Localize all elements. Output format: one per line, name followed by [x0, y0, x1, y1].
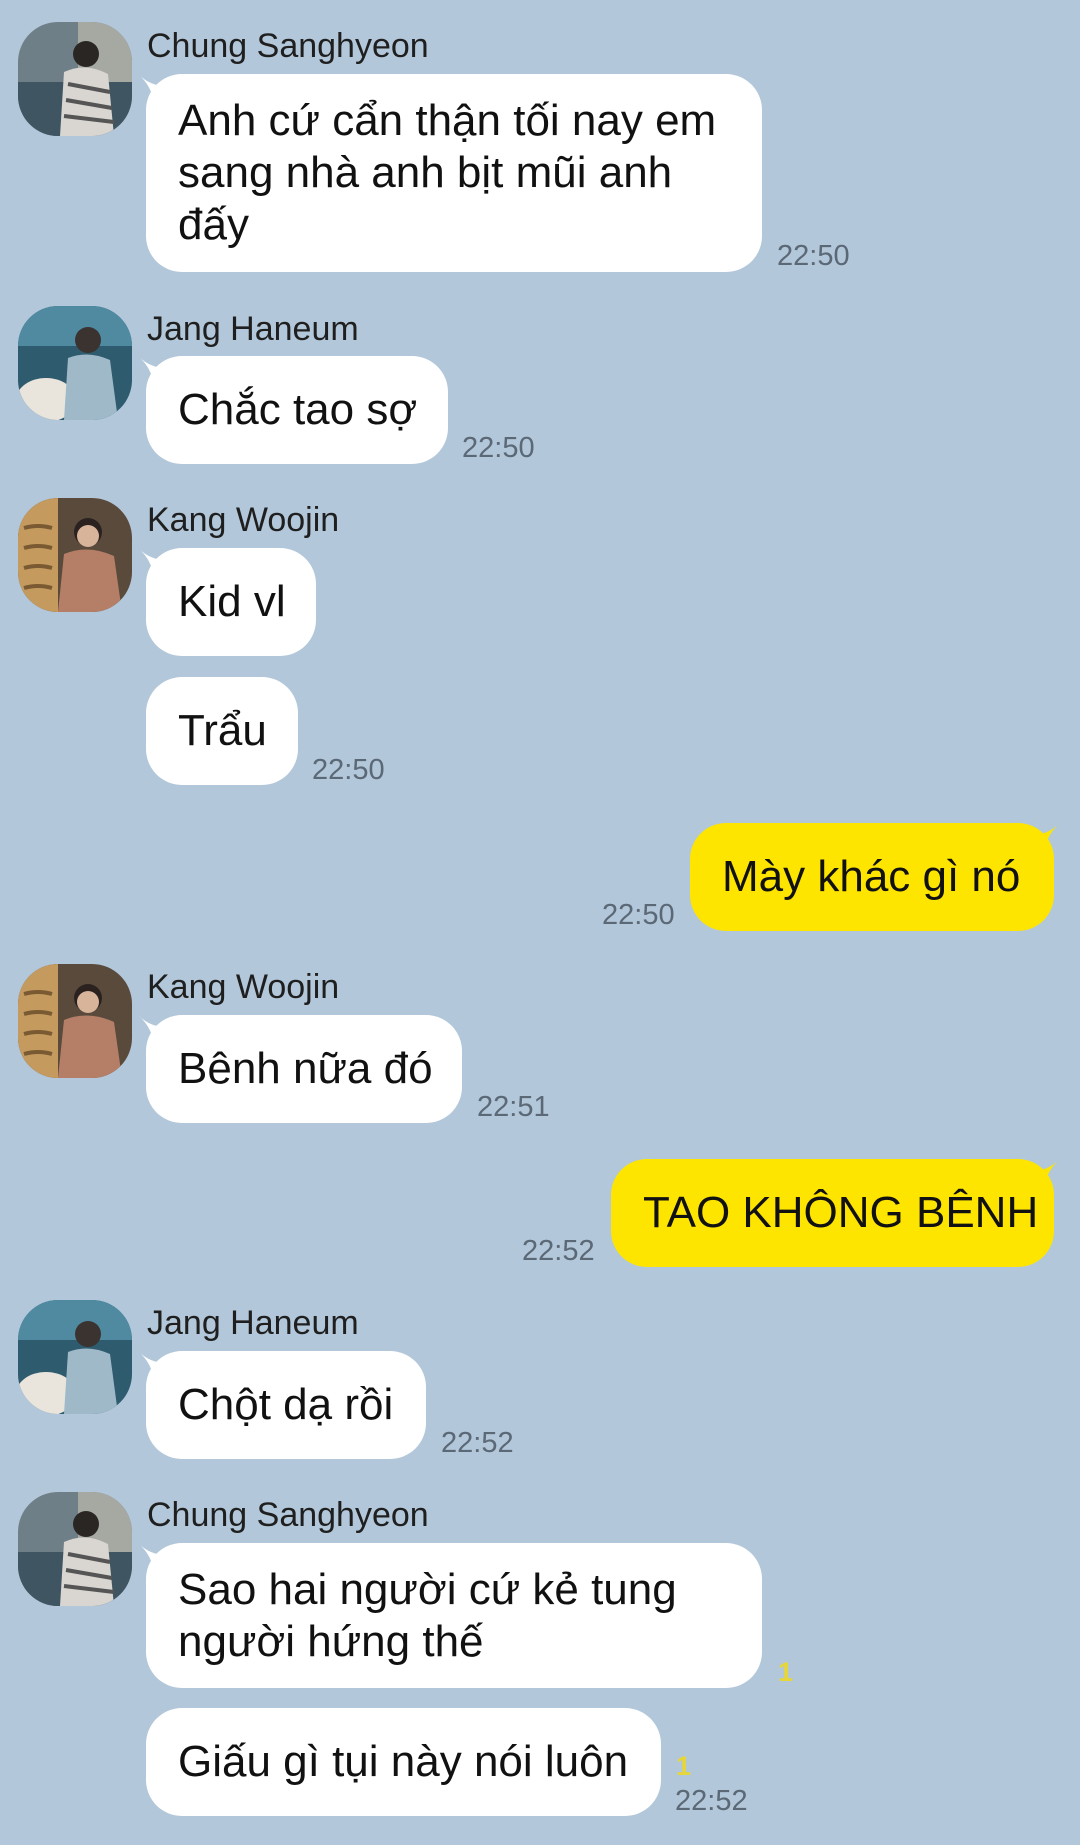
message-text: Bênh nữa đó [178, 1044, 433, 1093]
message-text: Chột dạ rồi [178, 1380, 394, 1429]
message-text: Kid vl [178, 577, 286, 626]
unread-count: 1 [676, 1751, 692, 1781]
message-text: Chắc tao sợ [178, 385, 418, 434]
message-bubble[interactable]: Chắc tao sợ [146, 356, 448, 464]
bubble-tail [1026, 823, 1060, 853]
sender-name: Chung Sanghyeon [147, 1496, 429, 1534]
sender-name: Kang Woojin [147, 501, 340, 539]
avatar-chung-sanghyeon[interactable] [18, 22, 132, 136]
message-bubble[interactable]: Giấu gì tụi này nói luôn [146, 1708, 661, 1816]
sender-name: Chung Sanghyeon [147, 27, 429, 65]
unread-count: 1 [778, 1657, 794, 1687]
message-text: Mày khác gì nó [722, 852, 1021, 901]
message-time: 22:50 [602, 899, 675, 931]
message-bubble[interactable]: Sao hai người cứ kẻ tung người hứng thế [146, 1543, 762, 1688]
message-text: sang nhà anh bịt mũi anh [178, 148, 673, 197]
message-bubble-outgoing[interactable]: Mày khác gì nó [690, 823, 1054, 931]
avatar-kang-woojin[interactable] [18, 498, 132, 612]
avatar-chung-sanghyeon[interactable] [18, 1492, 132, 1606]
message-bubble[interactable]: Kid vl [146, 548, 316, 656]
avatar-jang-haneum[interactable] [18, 306, 132, 420]
sender-name: Jang Haneum [147, 1304, 359, 1342]
message-bubble[interactable]: Anh cứ cẩn thận tối nay em sang nhà anh … [146, 74, 762, 272]
message-time: 22:52 [441, 1427, 514, 1459]
message-time: 22:51 [477, 1091, 550, 1123]
message-bubble[interactable]: Chột dạ rồi [146, 1351, 426, 1459]
message-text: TAO KHÔNG BÊNH [643, 1188, 1039, 1237]
avatar-kang-woojin[interactable] [18, 964, 132, 1078]
sender-name: Kang Woojin [147, 968, 340, 1006]
message-bubble-outgoing[interactable]: TAO KHÔNG BÊNH [611, 1159, 1054, 1267]
bubble-tail [1026, 1159, 1060, 1189]
message-time: 22:50 [312, 754, 385, 786]
sender-name: Jang Haneum [147, 310, 359, 348]
message-text: Giấu gì tụi này nói luôn [178, 1737, 629, 1786]
message-bubble[interactable]: Bênh nữa đó [146, 1015, 462, 1123]
message-text: Trẩu [178, 706, 267, 755]
message-time: 22:50 [777, 240, 850, 272]
chat-thread[interactable]: Chung Sanghyeon Anh cứ cẩn thận tối nay … [0, 0, 1080, 1845]
message-time: 22:52 [522, 1235, 595, 1267]
message-bubble[interactable]: Trẩu [146, 677, 298, 785]
message-text: Anh cứ cẩn thận tối nay em [178, 96, 717, 145]
message-time: 22:52 [675, 1785, 748, 1817]
message-text: người hứng thế [178, 1616, 484, 1666]
avatar-jang-haneum[interactable] [18, 1300, 132, 1414]
message-text: đấy [178, 200, 249, 249]
message-text: Sao hai người cứ kẻ tung [178, 1564, 677, 1614]
message-time: 22:50 [462, 432, 535, 464]
